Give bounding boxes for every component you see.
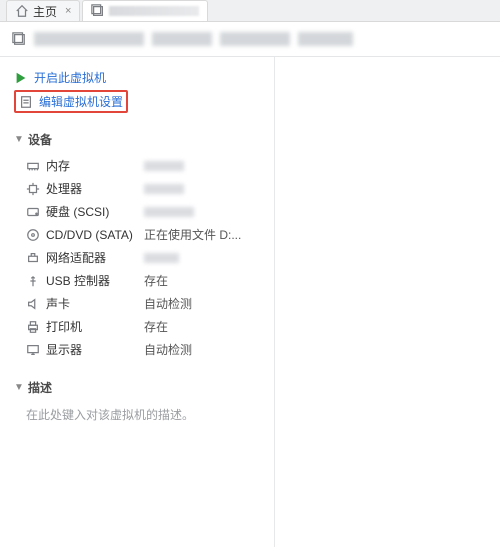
power-on-action[interactable]: 开启此虚拟机 xyxy=(14,67,260,88)
devices-section: ▼ 设备 内存 处理器 硬盘 (SCSI) CD/DVD (SATA) 正在使用… xyxy=(14,131,260,361)
tab-vm-label-blurred xyxy=(109,6,199,16)
device-row-memory[interactable]: 内存 xyxy=(14,154,260,177)
device-row-usb[interactable]: USB 控制器 存在 xyxy=(14,269,260,292)
device-row-sound[interactable]: 声卡 自动检测 xyxy=(14,292,260,315)
title-blurred-3 xyxy=(220,32,290,46)
usb-icon xyxy=(26,274,40,288)
chevron-down-icon: ▼ xyxy=(14,382,24,393)
vm-summary-panel: 开启此虚拟机 编辑虚拟机设置 ▼ 设备 内存 处理器 硬盘 (SCSI) CD/… xyxy=(0,57,275,547)
device-value: 自动检测 xyxy=(144,341,192,358)
cpu-icon xyxy=(26,182,40,196)
devices-header-label: 设备 xyxy=(28,131,52,148)
device-row-cd[interactable]: CD/DVD (SATA) 正在使用文件 D:... xyxy=(14,223,260,246)
printer-icon xyxy=(26,320,40,334)
chevron-down-icon: ▼ xyxy=(14,134,24,145)
device-label: 声卡 xyxy=(46,295,70,312)
device-label: 内存 xyxy=(46,157,70,174)
tab-home-label: 主页 xyxy=(33,3,57,20)
devices-header[interactable]: ▼ 设备 xyxy=(14,131,260,148)
cd-icon xyxy=(26,228,40,242)
device-label: CD/DVD (SATA) xyxy=(46,228,133,242)
vm-icon xyxy=(91,4,105,18)
edit-settings-label: 编辑虚拟机设置 xyxy=(39,93,123,110)
vm-large-icon xyxy=(12,30,26,48)
tab-vm[interactable] xyxy=(82,0,208,21)
network-icon xyxy=(26,251,40,265)
device-value: 正在使用文件 D:... xyxy=(144,226,241,243)
title-bar xyxy=(0,22,500,57)
device-value-blurred xyxy=(144,207,194,217)
description-header-label: 描述 xyxy=(28,379,52,396)
device-value: 存在 xyxy=(144,272,168,289)
device-label: 打印机 xyxy=(46,318,82,335)
edit-settings-highlight: 编辑虚拟机设置 xyxy=(14,90,128,113)
close-icon[interactable]: × xyxy=(65,5,71,17)
tab-strip: 主页 × xyxy=(0,0,500,22)
settings-doc-icon xyxy=(19,95,33,109)
description-header[interactable]: ▼ 描述 xyxy=(14,379,260,396)
memory-icon xyxy=(26,159,40,173)
power-on-label: 开启此虚拟机 xyxy=(34,69,106,86)
description-placeholder[interactable]: 在此处键入对该虚拟机的描述。 xyxy=(14,402,260,423)
title-blurred-2 xyxy=(152,32,212,46)
device-label: 处理器 xyxy=(46,180,82,197)
edit-settings-action[interactable]: 编辑虚拟机设置 xyxy=(19,93,123,110)
device-row-display[interactable]: 显示器 自动检测 xyxy=(14,338,260,361)
sound-icon xyxy=(26,297,40,311)
device-label: 硬盘 (SCSI) xyxy=(46,203,109,220)
description-section: ▼ 描述 在此处键入对该虚拟机的描述。 xyxy=(14,379,260,423)
play-icon xyxy=(14,71,28,85)
display-icon xyxy=(26,343,40,357)
device-row-hdd[interactable]: 硬盘 (SCSI) xyxy=(14,200,260,223)
device-value: 存在 xyxy=(144,318,168,335)
device-label: 网络适配器 xyxy=(46,249,106,266)
device-row-net[interactable]: 网络适配器 xyxy=(14,246,260,269)
device-row-printer[interactable]: 打印机 存在 xyxy=(14,315,260,338)
home-icon xyxy=(15,4,29,18)
device-value-blurred xyxy=(144,184,184,194)
device-value: 自动检测 xyxy=(144,295,192,312)
device-label: 显示器 xyxy=(46,341,82,358)
device-value-blurred xyxy=(144,253,179,263)
device-row-cpu[interactable]: 处理器 xyxy=(14,177,260,200)
tab-home[interactable]: 主页 × xyxy=(6,0,80,21)
device-value-blurred xyxy=(144,161,184,171)
device-label: USB 控制器 xyxy=(46,272,110,289)
hdd-icon xyxy=(26,205,40,219)
title-blurred-4 xyxy=(298,32,353,46)
title-blurred-1 xyxy=(34,32,144,46)
